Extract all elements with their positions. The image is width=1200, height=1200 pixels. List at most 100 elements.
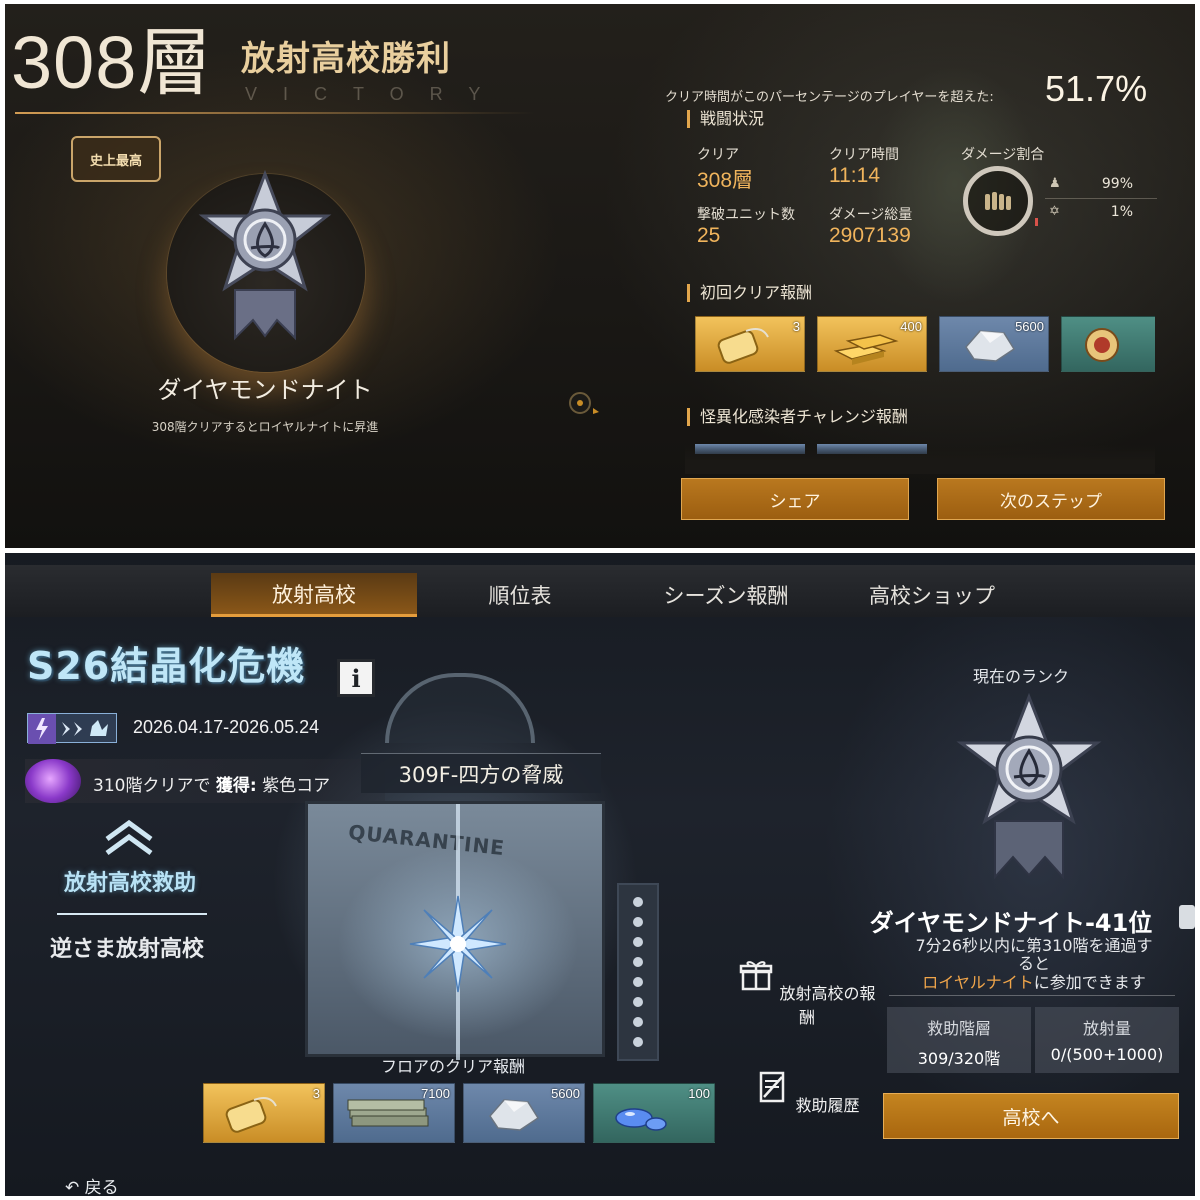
first-clear-reward-row: 3 400 5600 9 bbox=[695, 316, 1155, 372]
drone-icon: ✡ bbox=[1049, 204, 1060, 219]
scroll-fade bbox=[685, 444, 1155, 474]
challenge-reward-heading: 怪異化感染者チャレンジ報酬 bbox=[687, 408, 908, 426]
damage-share-player-row: ♟ 99% bbox=[1045, 174, 1155, 200]
rescue-floor-box: 救助階層 309/320階 bbox=[887, 1007, 1031, 1073]
radiation-label: 放射量 bbox=[1082, 1019, 1131, 1038]
reward-item[interactable]: 7100 bbox=[333, 1083, 455, 1143]
reward-item[interactable]: 9 bbox=[1061, 316, 1155, 372]
lightning-chevron-crystal-icon bbox=[28, 714, 108, 744]
tab-leaderboard[interactable]: 順位表 bbox=[417, 573, 623, 617]
reward-count: 5600 bbox=[551, 1086, 580, 1101]
share-button[interactable]: シェア bbox=[681, 478, 909, 520]
rank-divider bbox=[889, 995, 1175, 996]
floor-clear-reward-row: 3 7100 5600 100 bbox=[203, 1083, 723, 1145]
damage-share-mark bbox=[1035, 218, 1038, 226]
victory-subtitle: VICTORY bbox=[245, 84, 507, 104]
damage-total-label: ダメージ総量 bbox=[829, 207, 913, 223]
floor-number: 308層 bbox=[11, 21, 213, 104]
school-lobby-screen: 放射高校 順位表 シーズン報酬 高校ショップ S26結晶化危機 i 2026.0… bbox=[5, 553, 1195, 1196]
clear-time-label: クリア時間 bbox=[829, 147, 899, 163]
floor-clear-reward-label: フロアのクリア報酬 bbox=[381, 1057, 526, 1076]
percentile-value: 51.7% bbox=[1045, 68, 1148, 109]
buff-icons[interactable] bbox=[27, 713, 117, 744]
clock-arch-decor bbox=[385, 673, 535, 743]
school-reward-label: 放射高校の報酬 bbox=[779, 984, 876, 1027]
season-dates: 2026.04.17-2026.05.24 bbox=[133, 717, 320, 737]
radiation-box: 放射量 0/(500+1000) bbox=[1035, 1007, 1179, 1073]
rank-name-position: ダイヤモンドナイト-41位 bbox=[869, 909, 1153, 937]
reward-count: 3 bbox=[792, 319, 800, 334]
rank-name: ダイヤモンドナイト bbox=[157, 376, 373, 404]
damage-total-value: 2907139 bbox=[829, 224, 911, 247]
kills-label: 撃破ユニット数 bbox=[697, 207, 795, 223]
drone-share: 1% bbox=[1110, 204, 1133, 220]
battle-status-heading: 戦闘状況 bbox=[687, 110, 764, 128]
condition-line-1: 7分26秒以内に第310階を通過す bbox=[915, 936, 1153, 955]
reward-item[interactable]: 5600 bbox=[463, 1083, 585, 1143]
water-drops-icon bbox=[615, 1108, 667, 1131]
ammo-icon bbox=[985, 192, 1011, 210]
clear-label: クリア bbox=[697, 147, 739, 163]
reward-item[interactable]: 100 bbox=[593, 1083, 715, 1143]
radiation-value: 0/(500+1000) bbox=[1050, 1045, 1164, 1064]
tab-season-rewards[interactable]: シーズン報酬 bbox=[623, 573, 829, 617]
side-panel-icon[interactable] bbox=[1179, 905, 1195, 929]
elevator-keypad bbox=[617, 883, 659, 1061]
reward-item[interactable]: 400 bbox=[817, 316, 927, 372]
clear-value: 308層 bbox=[697, 169, 754, 192]
tab-school[interactable]: 放射高校 bbox=[211, 573, 417, 617]
rescue-history-label: 救助履歴 bbox=[795, 1096, 860, 1115]
core-prefix: 310階クリアで bbox=[93, 776, 211, 796]
damage-share-divider bbox=[1045, 198, 1157, 199]
reward-item[interactable]: 3 bbox=[695, 316, 805, 372]
next-step-button[interactable]: 次のステップ bbox=[937, 478, 1165, 520]
condition-line-2: ると bbox=[1017, 954, 1050, 974]
clear-time-value: 11:14 bbox=[829, 164, 880, 187]
record-badge: 史上最高 bbox=[71, 136, 161, 182]
percentile-line: クリア時間がこのパーセンテージのプレイヤーを超えた: 51.7% bbox=[665, 68, 1185, 112]
badge-icon bbox=[1085, 328, 1119, 362]
tab-school-shop[interactable]: 高校ショップ bbox=[829, 573, 1035, 617]
purple-core-icon bbox=[25, 759, 81, 803]
title-underline bbox=[15, 112, 535, 114]
go-to-school-button[interactable]: 高校へ bbox=[883, 1093, 1179, 1139]
player-share: 99% bbox=[1101, 176, 1133, 192]
victory-title: 放射高校勝利 bbox=[241, 39, 451, 79]
target-reticle-icon[interactable] bbox=[567, 390, 601, 416]
tab-bar: 放射高校 順位表 シーズン報酬 高校ショップ bbox=[5, 565, 1195, 617]
condition-line-3: ロイヤルナイトに参加できます bbox=[889, 972, 1179, 992]
mode-school-rescue[interactable]: 放射高校救助 bbox=[45, 865, 215, 897]
victory-screen: 308層 放射高校勝利 VICTORY 史上最高 ダイヤモンドナイト 308階ク… bbox=[5, 4, 1195, 548]
soldier-icon: ♟ bbox=[1049, 176, 1061, 191]
chevron-up-icon[interactable] bbox=[101, 819, 157, 859]
back-arrow-icon: ↶ bbox=[65, 1178, 80, 1196]
vault-label: QUARANTINE bbox=[347, 819, 507, 861]
back-label: 戻る bbox=[84, 1178, 119, 1196]
dogtag-icon bbox=[717, 328, 769, 364]
mode-inverted-school[interactable]: 逆さま放射高校 bbox=[27, 931, 227, 963]
reward-count: 400 bbox=[900, 319, 922, 334]
reward-item[interactable]: 5600 bbox=[939, 316, 1049, 372]
rescue-history-button[interactable]: 救助履歴 bbox=[737, 1069, 877, 1116]
damage-share-ring bbox=[963, 166, 1033, 236]
reward-item[interactable]: 3 bbox=[203, 1083, 325, 1143]
gift-icon bbox=[740, 961, 773, 991]
diamond-knight-medal-icon bbox=[956, 693, 1102, 879]
record-badge-label: 史上最高 bbox=[89, 153, 142, 169]
damage-share-label: ダメージ割合 bbox=[961, 147, 1045, 163]
core-reward-row: 310階クリアで 獲得: 紫色コア bbox=[25, 759, 385, 803]
promotion-condition: 7分26秒以内に第310階を通過す ると ロイヤルナイトに参加できます bbox=[889, 936, 1179, 992]
target-rank: ロイヤルナイト bbox=[922, 972, 1034, 992]
history-book-icon bbox=[760, 1071, 785, 1103]
school-reward-button[interactable]: 放射高校の報酬 bbox=[737, 957, 877, 1028]
ice-crystal-icon bbox=[409, 895, 507, 993]
quarantine-vault-door[interactable]: QUARANTINE bbox=[305, 801, 605, 1060]
info-button[interactable]: i bbox=[337, 659, 375, 697]
season-title: S26結晶化危機 bbox=[27, 644, 306, 688]
back-button[interactable]: ↶ 戻る bbox=[65, 1173, 119, 1196]
reward-count: 5600 bbox=[1015, 319, 1044, 334]
rescue-floor-label: 救助階層 bbox=[926, 1019, 991, 1038]
reward-count: 3 bbox=[312, 1086, 320, 1101]
reward-count: 100 bbox=[688, 1086, 710, 1101]
percentile-label: クリア時間がこのパーセンテージのプレイヤーを超えた: bbox=[665, 90, 994, 105]
